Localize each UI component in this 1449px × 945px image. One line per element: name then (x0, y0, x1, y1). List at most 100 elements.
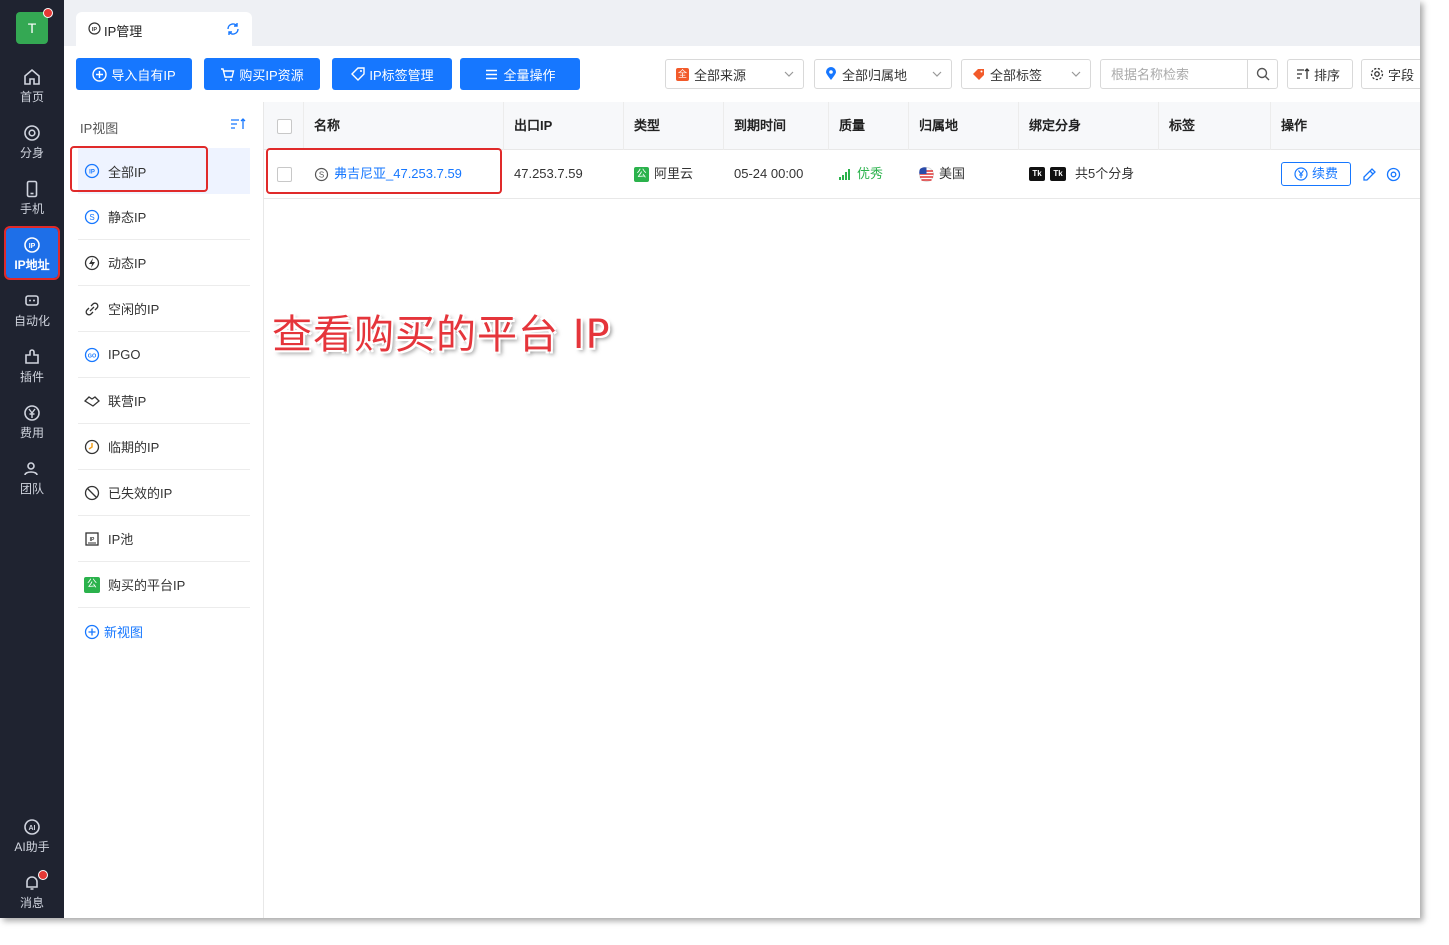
nav-label: AI助手 (14, 840, 50, 854)
nav-item-ai[interactable]: AI AI助手 (0, 812, 64, 862)
nav-label: 首页 (19, 90, 44, 104)
column-header: 名称 (304, 102, 504, 150)
buy-ip-button[interactable]: 购买IP资源 (204, 58, 320, 90)
sort-icon (1297, 68, 1310, 79)
disabled-icon (84, 485, 100, 500)
tab-ip-management[interactable]: IP IP管理 (76, 12, 252, 46)
tab-label: IP管理 (104, 24, 143, 39)
highlight-box-row-name (266, 148, 502, 194)
nav-label: 自动化 (13, 314, 50, 328)
nav-item-automation[interactable]: 自动化 (0, 286, 64, 336)
column-header: 出口IP (504, 102, 624, 150)
nav-item-profiles[interactable]: 分身 (0, 118, 64, 168)
view-item-dynamic[interactable]: 动态IP (78, 240, 250, 286)
sort-button[interactable]: 排序 (1287, 59, 1353, 89)
tag-select[interactable]: 全部标签 (961, 59, 1091, 89)
nav-item-home[interactable]: 首页 (0, 62, 64, 112)
batch-operation-button[interactable]: 全量操作 (460, 58, 580, 90)
nav-item-billing[interactable]: 费用 (0, 398, 64, 448)
tag-cell (1159, 150, 1271, 198)
nav-item-messages[interactable]: 消息 (0, 868, 64, 918)
robot-icon (25, 295, 39, 306)
nav-label: 费用 (19, 426, 44, 440)
button-label: 新视图 (104, 625, 144, 640)
svg-text:AI: AI (29, 825, 36, 832)
view-item-expiring[interactable]: 临期的IP (78, 424, 250, 470)
region-select[interactable]: 全部归属地 (814, 59, 952, 89)
quality-label: 优秀 (857, 166, 884, 181)
refresh-icon[interactable] (226, 22, 240, 36)
source-badge: 全 (676, 67, 689, 81)
ip-icon: IP (88, 22, 101, 35)
search-icon (1256, 67, 1269, 81)
avatar[interactable]: T (16, 12, 48, 44)
view-item-platform[interactable]: 公 购买的平台IP (78, 562, 250, 608)
nav-label: 团队 (19, 482, 44, 496)
source-select[interactable]: 全 全部来源 (665, 59, 804, 89)
bound-count: 共5个分身 (1075, 166, 1135, 181)
edit-icon[interactable] (1362, 167, 1377, 182)
actions-cell: 续费 (1271, 150, 1420, 198)
type-label: 阿里云 (654, 166, 694, 181)
nav-label: 手机 (19, 202, 44, 216)
ip-views-panel: IP视图 IP 全部IP S 静态IP 动态IP 空闲的IP GO IPGO 联… (64, 102, 264, 918)
select-all-checkbox[interactable] (277, 119, 292, 135)
column-header: 操作 (1281, 118, 1308, 133)
location-pin-icon (826, 67, 836, 80)
tab-strip: IP IP管理 (64, 0, 1420, 46)
us-flag-icon (919, 166, 934, 182)
tag-icon (973, 68, 984, 80)
svg-text:S: S (89, 213, 94, 222)
highlight-box-all-ip (70, 146, 208, 192)
yen-icon (1294, 167, 1308, 181)
nav-item-team[interactable]: 团队 (0, 454, 64, 504)
svg-text:IP: IP (29, 243, 36, 250)
view-item-expired[interactable]: 已失效的IP (78, 470, 250, 516)
renew-button[interactable]: 续费 (1281, 162, 1352, 186)
nav-item-phone[interactable]: 手机 (0, 174, 64, 224)
tiktok-icon: Tk (1050, 167, 1066, 181)
type-cell: 公 阿里云 (624, 150, 724, 198)
chrome-icon[interactable] (1386, 167, 1401, 182)
search-input[interactable] (1101, 60, 1247, 88)
tag-icon (351, 66, 366, 81)
view-item-ipgo[interactable]: GO IPGO (78, 332, 250, 378)
app-window: T 首页 分身 手机 IP IP地址 自动化 插件 费用 团队 AI AI助手 … (0, 0, 1420, 918)
puzzle-icon (25, 349, 39, 364)
view-item-static[interactable]: S 静态IP (78, 194, 250, 240)
button-label: 全量操作 (503, 67, 556, 83)
gear-icon (1370, 67, 1384, 81)
search-button[interactable] (1247, 60, 1277, 88)
fields-settings-button[interactable]: 字段 (1361, 59, 1420, 89)
column-header: 标签 (1159, 102, 1271, 150)
column-header: 绑定分身 (1019, 102, 1159, 150)
new-view-button[interactable]: 新视图 (84, 622, 143, 641)
nav-label: 消息 (19, 896, 44, 910)
menu-icon (486, 69, 498, 79)
type-badge: 公 (634, 166, 649, 182)
svg-text:IP: IP (92, 27, 98, 33)
handshake-icon (84, 395, 100, 407)
import-ip-button[interactable]: 导入自有IP (76, 58, 192, 90)
region-cell: 美国 (909, 150, 1019, 198)
view-item-partner[interactable]: 联营IP (78, 378, 250, 424)
nav-item-plugins[interactable]: 插件 (0, 342, 64, 392)
view-label: 空闲的IP (108, 302, 160, 317)
view-item-pool[interactable]: IP IP池 (78, 516, 250, 562)
button-label: 续费 (1312, 166, 1339, 181)
sort-icon[interactable] (230, 117, 246, 131)
view-label: IPGO (108, 347, 141, 362)
nav-item-ip[interactable]: IP IP地址 (4, 226, 60, 280)
team-icon (24, 462, 38, 476)
toolbar: 导入自有IP 购买IP资源 IP标签管理 全量操作 全 全部来源 全部归属地 全… (64, 46, 1420, 102)
chevron-down-icon (932, 71, 942, 77)
button-label: 字段 (1388, 67, 1415, 83)
go-icon: GO (84, 347, 100, 362)
chevron-down-icon (1071, 71, 1081, 77)
select-value: 全部来源 (694, 67, 747, 83)
ip-tag-manage-button[interactable]: IP标签管理 (332, 58, 452, 90)
view-label: IP池 (108, 532, 134, 547)
view-item-idle[interactable]: 空闲的IP (78, 286, 250, 332)
signal-icon (839, 168, 850, 180)
header-checkbox-cell (264, 102, 304, 150)
